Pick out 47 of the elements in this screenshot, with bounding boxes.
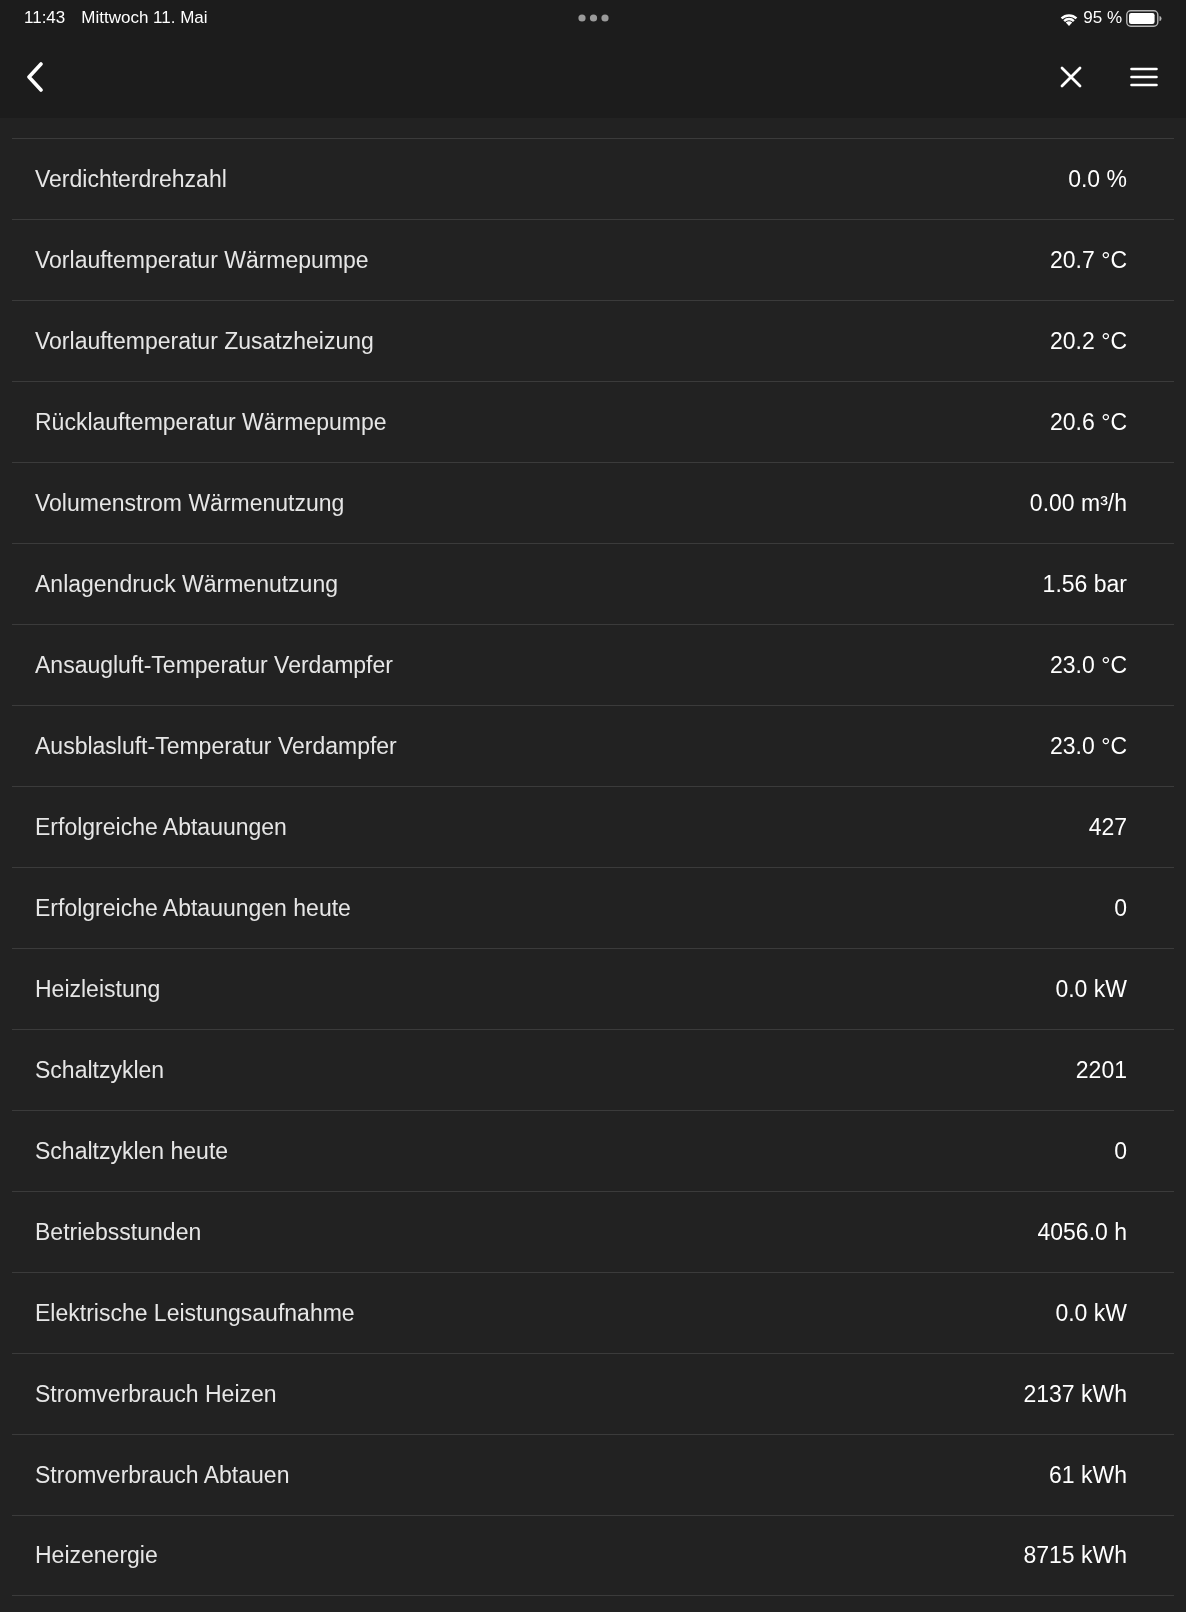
menu-button[interactable]: [1130, 67, 1158, 87]
dots-icon: [577, 14, 609, 22]
row-value: 23.0 °C: [1050, 731, 1127, 761]
close-button[interactable]: [1060, 66, 1082, 88]
row-label: Anlagendruck Wärmenutzung: [35, 569, 338, 599]
row-label: Vorlauftemperatur Zusatzheizung: [35, 326, 374, 356]
row-label: Heizenergie: [35, 1541, 158, 1571]
battery-icon: [1126, 9, 1162, 27]
row-value: 0.00 m³/h: [1029, 488, 1127, 518]
menu-icon: [1130, 67, 1158, 87]
row-value: 2137 kWh: [1023, 1379, 1127, 1409]
row-label: Betriebsstunden: [35, 1217, 202, 1247]
back-button[interactable]: [26, 62, 44, 92]
row-value: 0: [1114, 1136, 1127, 1166]
battery-percent: 95 %: [1083, 7, 1122, 30]
row-value: 61 kWh: [1049, 1460, 1127, 1490]
row-label: Stromverbrauch Abtauen: [35, 1460, 290, 1490]
status-time: 11:43: [24, 7, 66, 30]
close-icon: [1060, 66, 1082, 88]
row-label: Erfolgreiche Abtauungen: [35, 812, 287, 842]
row-value: 8715 kWh: [1023, 1541, 1127, 1571]
row-label: Ansaugluft-Temperatur Verdampfer: [35, 650, 393, 680]
row-value: 0.0 kW: [1055, 974, 1127, 1004]
row-value: 0.0 %: [1068, 164, 1127, 194]
row-label: Verdichterdrehzahl: [35, 164, 227, 194]
row-value: 20.6 °C: [1050, 407, 1127, 437]
row-label: Ausblasluft-Temperatur Verdampfer: [35, 731, 397, 761]
chevron-left-icon: [26, 62, 44, 92]
row-value: 23.0 °C: [1050, 650, 1127, 680]
row-label: Vorlauftemperatur Wärmepumpe: [35, 245, 369, 275]
row-value: 20.7 °C: [1050, 245, 1127, 275]
row-value: 1.56 bar: [1042, 569, 1127, 599]
row-label: Volumenstrom Wärmenutzung: [35, 488, 345, 518]
row-label: Schaltzyklen heute: [35, 1136, 229, 1166]
row-value: 0: [1114, 893, 1127, 923]
row-label: Elektrische Leistungsaufnahme: [35, 1298, 355, 1328]
row-label: Rücklauftemperatur Wärmepumpe: [35, 407, 387, 437]
row-value: 2201: [1075, 1055, 1127, 1085]
status-date: Mittwoch 11. Mai: [81, 7, 208, 30]
row-value: 0.0 kW: [1055, 1298, 1127, 1328]
row-label: Stromverbrauch Heizen: [35, 1379, 277, 1409]
row-value: 4056.0 h: [1037, 1217, 1127, 1247]
row-label: Erfolgreiche Abtauungen heute: [35, 893, 351, 923]
row-label: Heizleistung: [35, 974, 161, 1004]
row-value: 20.2 °C: [1050, 326, 1127, 356]
row-value: 427: [1088, 812, 1127, 842]
row-label: Schaltzyklen: [35, 1055, 165, 1085]
